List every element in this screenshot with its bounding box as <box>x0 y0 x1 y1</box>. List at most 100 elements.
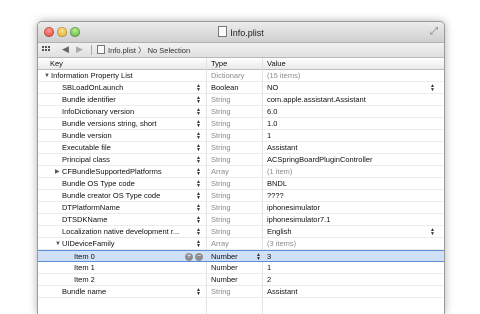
row-value[interactable]: Assistant <box>267 142 437 154</box>
key-picker-icon[interactable]: ▲ ▼ <box>196 216 201 225</box>
key-picker-icon[interactable]: ▲ ▼ <box>196 204 201 213</box>
row-type[interactable]: String <box>211 202 261 214</box>
breadcrumb-selection[interactable]: No Selection <box>148 46 191 55</box>
row-value[interactable]: 2 <box>267 274 437 286</box>
table-row[interactable]: Bundle identifier ▲ ▼ String com.apple.as… <box>38 94 444 106</box>
row-key[interactable]: CFBundleSupportedPlatforms <box>62 166 212 178</box>
row-type[interactable]: String <box>211 226 261 238</box>
table-row[interactable]: Item 2 Number 2 <box>38 274 444 286</box>
fullscreen-icon[interactable]: ⤢ <box>430 26 438 37</box>
table-row[interactable]: ▼ UIDeviceFamily ▲ ▼ Array (3 items) <box>38 238 444 250</box>
table-row[interactable]: DTSDKName ▲ ▼ String iphonesimulator7.1 <box>38 214 444 226</box>
row-value[interactable]: com.apple.assistant.Assistant <box>267 94 437 106</box>
row-type[interactable]: String <box>211 94 261 106</box>
row-value[interactable]: 1.0 <box>267 118 437 130</box>
row-value[interactable]: BNDL <box>267 178 437 190</box>
row-value[interactable]: English <box>267 226 437 238</box>
breadcrumb[interactable]: Info.plist 〉 No Selection <box>97 45 190 56</box>
table-row[interactable]: Bundle versions string, short ▲ ▼ String … <box>38 118 444 130</box>
row-type[interactable]: String <box>211 154 261 166</box>
table-row[interactable]: ▼ Information Property List Dictionary (… <box>38 70 444 82</box>
row-key[interactable]: Item 2 <box>74 274 224 286</box>
row-value[interactable]: Assistant <box>267 286 437 298</box>
table-row[interactable]: Item 1 Number 1 <box>38 262 444 274</box>
row-value[interactable]: 6.0 <box>267 106 437 118</box>
row-key[interactable]: Bundle identifier <box>62 94 212 106</box>
disclosure-open-icon[interactable]: ▼ <box>55 238 61 250</box>
table-row[interactable]: Bundle name ▲ ▼ String Assistant <box>38 286 444 298</box>
key-picker-icon[interactable]: ▲ ▼ <box>196 240 201 249</box>
row-type[interactable]: String <box>211 142 261 154</box>
row-value[interactable]: iphonesimulator7.1 <box>267 214 437 226</box>
row-type[interactable]: Array <box>211 166 261 178</box>
row-key[interactable]: Item 1 <box>74 262 224 274</box>
row-key[interactable]: InfoDictionary version <box>62 106 212 118</box>
key-picker-icon[interactable]: ▲ ▼ <box>196 132 201 141</box>
row-value[interactable]: 1 <box>267 262 437 274</box>
forward-button[interactable]: ▶ <box>76 44 83 55</box>
key-picker-icon[interactable]: ▲ ▼ <box>196 84 201 93</box>
row-key[interactable]: Bundle name <box>62 286 212 298</box>
row-value[interactable]: ACSpringBoardPluginController <box>267 154 437 166</box>
table-row[interactable]: InfoDictionary version ▲ ▼ String 6.0 <box>38 106 444 118</box>
row-key[interactable]: Principal class <box>62 154 212 166</box>
table-row[interactable]: ▶ CFBundleSupportedPlatforms ▲ ▼ Array (1… <box>38 166 444 178</box>
row-key[interactable]: Bundle creator OS Type code <box>62 190 212 202</box>
key-picker-icon[interactable]: ▲ ▼ <box>196 180 201 189</box>
row-value[interactable]: ???? <box>267 190 437 202</box>
value-popup-icon[interactable]: ▲ ▼ <box>430 228 435 237</box>
row-type[interactable]: String <box>211 190 261 202</box>
row-value[interactable]: 1 <box>267 130 437 142</box>
row-key[interactable]: Executable file <box>62 142 212 154</box>
table-row[interactable]: Bundle OS Type code ▲ ▼ String BNDL <box>38 178 444 190</box>
key-picker-icon[interactable]: ▲ ▼ <box>196 156 201 165</box>
value-popup-icon[interactable]: ▲ ▼ <box>430 84 435 93</box>
title-bar[interactable]: Info.plist ⤢ <box>38 22 444 43</box>
row-key[interactable]: Bundle OS Type code <box>62 178 212 190</box>
row-type[interactable]: Number <box>211 274 261 286</box>
table-row[interactable]: Executable file ▲ ▼ String Assistant <box>38 142 444 154</box>
row-key[interactable]: Bundle versions string, short <box>62 118 212 130</box>
row-value[interactable]: iphonesimulator <box>267 202 437 214</box>
disclosure-closed-icon[interactable]: ▶ <box>55 166 60 178</box>
disclosure-open-icon[interactable]: ▼ <box>44 70 50 82</box>
column-header-key[interactable]: Key <box>50 59 63 68</box>
row-type[interactable]: String <box>211 118 261 130</box>
table-row[interactable]: Localization native development r... ▲ ▼ … <box>38 226 444 238</box>
row-type[interactable]: String <box>211 106 261 118</box>
key-picker-icon[interactable]: ▲ ▼ <box>196 144 201 153</box>
key-picker-icon[interactable]: ▲ ▼ <box>196 288 201 297</box>
table-row[interactable]: SBLoadOnLaunch ▲ ▼ Boolean NO ▲ ▼ <box>38 82 444 94</box>
type-popup-icon[interactable]: ▲ ▼ <box>256 253 261 262</box>
related-items-icon[interactable] <box>42 46 51 54</box>
table-row[interactable]: Principal class ▲ ▼ String ACSpringBoardP… <box>38 154 444 166</box>
remove-item-icon[interactable]: − <box>195 253 203 261</box>
key-picker-icon[interactable]: ▲ ▼ <box>196 96 201 105</box>
row-key[interactable]: SBLoadOnLaunch <box>62 82 212 94</box>
row-type[interactable]: String <box>211 130 261 142</box>
row-type[interactable]: Array <box>211 238 261 250</box>
add-item-icon[interactable]: + <box>185 253 193 261</box>
row-key[interactable]: Bundle version <box>62 130 212 142</box>
column-header-type[interactable]: Type <box>211 59 227 68</box>
key-picker-icon[interactable]: ▲ ▼ <box>196 192 201 201</box>
row-key[interactable]: UIDeviceFamily <box>62 238 212 250</box>
row-type[interactable]: String <box>211 178 261 190</box>
table-row[interactable]: Bundle version ▲ ▼ String 1 <box>38 130 444 142</box>
row-type[interactable]: String <box>211 286 261 298</box>
breadcrumb-file[interactable]: Info.plist <box>108 46 136 55</box>
table-row[interactable]: Bundle creator OS Type code ▲ ▼ String ??… <box>38 190 444 202</box>
column-header-value[interactable]: Value <box>267 59 286 68</box>
row-key[interactable]: DTPlatformName <box>62 202 212 214</box>
row-type[interactable]: String <box>211 214 261 226</box>
key-picker-icon[interactable]: ▲ ▼ <box>196 168 201 177</box>
row-value[interactable]: NO <box>267 82 437 94</box>
key-picker-icon[interactable]: ▲ ▼ <box>196 108 201 117</box>
table-row[interactable]: DTPlatformName ▲ ▼ String iphonesimulator <box>38 202 444 214</box>
key-picker-icon[interactable]: ▲ ▼ <box>196 228 201 237</box>
row-key[interactable]: DTSDKName <box>62 214 212 226</box>
row-key[interactable]: Localization native development r... <box>62 226 212 238</box>
key-picker-icon[interactable]: ▲ ▼ <box>196 120 201 129</box>
row-type[interactable]: Boolean <box>211 82 261 94</box>
back-button[interactable]: ◀ <box>62 44 69 55</box>
